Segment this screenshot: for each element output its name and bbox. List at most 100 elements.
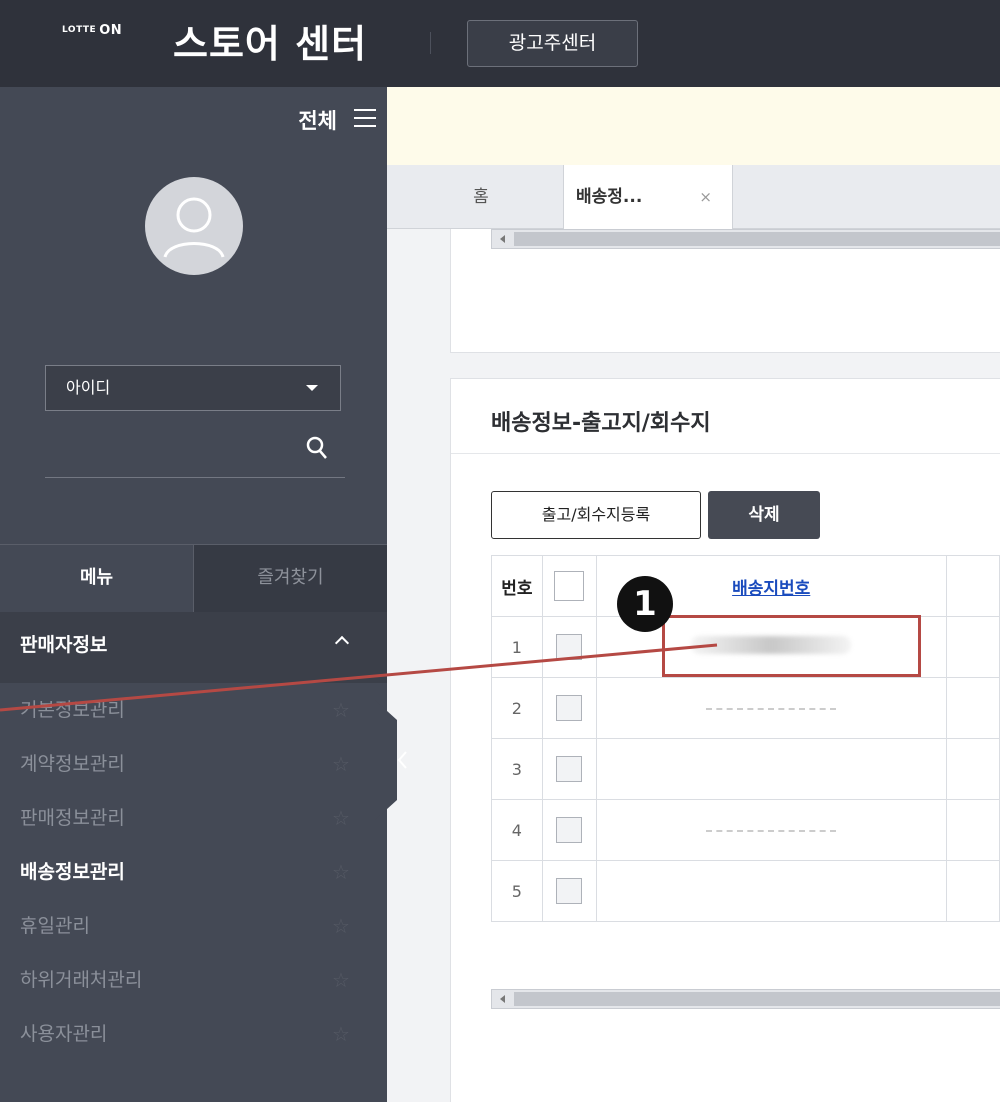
tab-favorites[interactable]: 즐겨찾기 — [193, 544, 387, 612]
table-header-row: 번호 배송지번호 — [491, 555, 1000, 617]
sidebar: 전체 아이디 메뉴 즐겨찾기 판매자정보 기본정보관리 ☆ 계약정보관리 ☆ 판매정… — [0, 87, 387, 1102]
sub-menu: 기본정보관리 ☆ 계약정보관리 ☆ 판매정보관리 ☆ 배송정보관리 ☆ 휴일관리 ☆ 하위… — [0, 683, 387, 1061]
shipping-no-cell[interactable] — [595, 799, 947, 861]
row-checkbox-cell — [541, 860, 597, 922]
scroll-left-icon[interactable] — [500, 995, 505, 1003]
logo-prefix: LOTTE — [62, 25, 97, 35]
row-number: 2 — [491, 677, 543, 739]
sidebar-collapse-handle[interactable] — [375, 700, 420, 820]
tab-menu[interactable]: 메뉴 — [0, 544, 193, 612]
section-title: 판매자정보 — [20, 634, 108, 656]
sidebar-item-users[interactable]: 사용자관리 ☆ — [0, 1007, 387, 1061]
col-extra — [945, 555, 1000, 617]
extra-cell — [945, 860, 1000, 922]
top-card — [450, 229, 1000, 353]
delete-button[interactable]: 삭제 — [708, 491, 820, 539]
sidebar-item-label: 계약정보관리 — [20, 753, 125, 775]
sidebar-tabs: 메뉴 즐겨찾기 — [0, 544, 387, 612]
id-select[interactable]: 아이디 — [45, 365, 341, 411]
star-icon[interactable]: ☆ — [332, 899, 350, 953]
panel-title: 배송정보-출고지/회수지 — [491, 411, 711, 436]
extra-cell — [945, 616, 1000, 678]
chevron-up-icon — [334, 635, 350, 651]
row-number: 1 — [491, 616, 543, 678]
avatar — [145, 177, 243, 275]
table-row[interactable]: 5 — [491, 860, 1000, 922]
sidebar-item-holiday[interactable]: 휴일관리 ☆ — [0, 899, 387, 953]
shipping-no-cell[interactable] — [595, 738, 947, 800]
star-icon[interactable]: ☆ — [332, 953, 350, 1007]
row-checkbox[interactable] — [556, 756, 583, 782]
redacted-value — [706, 708, 837, 710]
shipping-panel: 배송정보-출고지/회수지 출고/회수지등록 삭제 번호 배송지번호 1 2 3 — [450, 378, 1000, 1102]
star-icon[interactable]: ☆ — [332, 737, 350, 791]
sidebar-item-contract-info[interactable]: 계약정보관리 ☆ — [0, 737, 387, 791]
col-number: 번호 — [491, 555, 543, 617]
row-checkbox-cell — [541, 738, 597, 800]
register-address-button[interactable]: 출고/회수지등록 — [491, 491, 701, 539]
row-checkbox[interactable] — [556, 878, 583, 904]
shipping-no-sort-link[interactable]: 배송지번호 — [732, 579, 810, 599]
row-number: 3 — [491, 738, 543, 800]
all-menu-label[interactable]: 전체 — [298, 105, 337, 135]
row-checkbox-cell — [541, 616, 597, 678]
horizontal-scrollbar[interactable] — [491, 229, 1000, 249]
row-checkbox[interactable] — [556, 695, 583, 721]
sidebar-item-label: 배송정보관리 — [20, 861, 125, 883]
sidebar-item-label: 사용자관리 — [20, 1023, 108, 1045]
chevron-left-icon — [397, 751, 407, 769]
row-checkbox-cell — [541, 677, 597, 739]
lotte-on-logo[interactable]: LOTTE ON — [62, 23, 122, 38]
section-seller-info[interactable]: 판매자정보 — [0, 612, 387, 683]
divider — [451, 453, 1000, 454]
extra-cell — [945, 799, 1000, 861]
top-header: LOTTE ON 스토어 센터 광고주센터 — [0, 0, 1000, 87]
horizontal-scrollbar-bottom[interactable] — [491, 989, 1000, 1009]
sidebar-item-label: 하위거래처관리 — [20, 969, 143, 991]
row-number: 4 — [491, 799, 543, 861]
table-row[interactable]: 3 — [491, 738, 1000, 800]
row-checkbox-cell — [541, 799, 597, 861]
scroll-left-icon[interactable] — [500, 235, 505, 243]
tab-shipping-info[interactable]: 배송정... × — [563, 165, 733, 229]
scroll-thumb[interactable] — [514, 232, 1000, 246]
sidebar-item-basic-info[interactable]: 기본정보관리 ☆ — [0, 683, 387, 737]
tab-label: 배송정... — [576, 187, 643, 207]
shipping-no-cell[interactable] — [595, 860, 947, 922]
header-divider — [430, 32, 431, 54]
extra-cell — [945, 677, 1000, 739]
table-row[interactable]: 2 — [491, 677, 1000, 739]
sidebar-item-label: 기본정보관리 — [20, 699, 125, 721]
star-icon[interactable]: ☆ — [332, 845, 350, 899]
annotation-marker: 1 — [617, 576, 673, 632]
sidebar-item-shipping-info[interactable]: 배송정보관리 ☆ — [0, 845, 387, 899]
sidebar-item-sub-vendor[interactable]: 하위거래처관리 ☆ — [0, 953, 387, 1007]
hamburger-icon[interactable] — [354, 109, 376, 127]
row-checkbox[interactable] — [556, 634, 583, 660]
search-input[interactable] — [45, 477, 345, 478]
ad-center-button[interactable]: 광고주센터 — [467, 20, 638, 67]
app-title[interactable]: 스토어 센터 — [173, 13, 367, 68]
scroll-thumb[interactable] — [514, 992, 1000, 1006]
sidebar-item-sales-info[interactable]: 판매정보관리 ☆ — [0, 791, 387, 845]
logo-suffix: ON — [99, 23, 123, 38]
search-icon[interactable] — [305, 435, 329, 461]
close-icon[interactable]: × — [699, 165, 712, 229]
page-tabs: 홈 배송정... × — [387, 165, 1000, 229]
sidebar-item-label: 판매정보관리 — [20, 807, 125, 829]
star-icon[interactable]: ☆ — [332, 1007, 350, 1061]
table-row[interactable]: 4 — [491, 799, 1000, 861]
extra-cell — [945, 738, 1000, 800]
chevron-down-icon — [306, 385, 318, 391]
select-all-checkbox[interactable] — [554, 571, 585, 601]
sidebar-item-label: 휴일관리 — [20, 915, 90, 937]
select-all-checkbox-cell — [541, 555, 597, 617]
redacted-value — [706, 830, 837, 832]
star-icon[interactable]: ☆ — [332, 683, 350, 737]
row-checkbox[interactable] — [556, 817, 583, 843]
annotation-highlight-box — [662, 615, 921, 677]
star-icon[interactable]: ☆ — [332, 791, 350, 845]
tab-home[interactable]: 홈 — [449, 165, 513, 229]
id-select-value: 아이디 — [66, 378, 111, 397]
shipping-no-cell[interactable] — [595, 677, 947, 739]
